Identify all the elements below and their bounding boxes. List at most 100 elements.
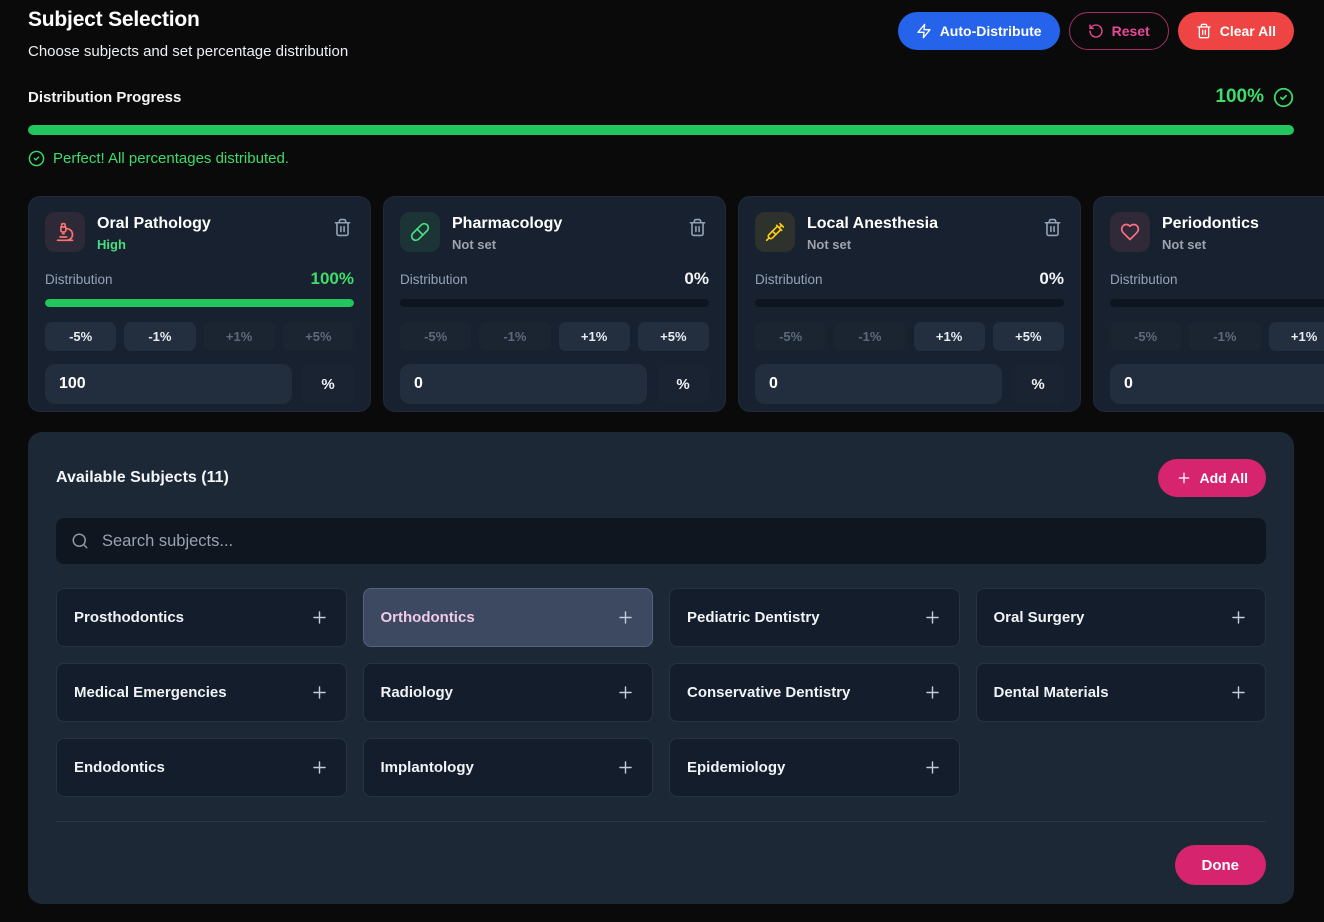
stepper-minus1: -1% <box>479 322 550 351</box>
auto-distribute-button[interactable]: Auto-Distribute <box>898 12 1060 50</box>
stepper-plus1[interactable]: +1% <box>1269 322 1324 351</box>
subject-tile[interactable]: Pediatric Dentistry <box>669 588 960 647</box>
available-subjects-panel: Available Subjects (11) Add All Prosthod… <box>28 432 1294 904</box>
card-titles: Pharmacology Not set <box>452 212 674 252</box>
stepper-minus5: -5% <box>400 322 471 351</box>
card-progress-bar <box>755 299 1064 307</box>
subject-tile[interactable]: Implantology <box>363 738 654 797</box>
subject-tile-label: Dental Materials <box>994 684 1109 701</box>
percentage-input[interactable] <box>45 364 292 404</box>
subject-search-input[interactable] <box>100 531 1251 552</box>
card-header: Periodontics Not set <box>1110 212 1324 252</box>
value-row: % <box>755 364 1064 404</box>
plus-icon <box>1176 470 1192 486</box>
subject-tile[interactable]: Dental Materials <box>976 663 1267 722</box>
stepper-minus1[interactable]: -1% <box>124 322 195 351</box>
distribution-value: 0% <box>1039 269 1064 289</box>
value-row: % <box>45 364 354 404</box>
subject-priority: High <box>97 237 319 252</box>
subject-tile[interactable]: Epidemiology <box>669 738 960 797</box>
distribution-label: Distribution <box>755 272 823 287</box>
card-header: Oral Pathology High <box>45 212 354 252</box>
subject-card: Pharmacology Not set Distribution0% -5% -1% +… <box>383 196 726 412</box>
distribution-label: Distribution <box>400 272 468 287</box>
plus-icon <box>923 758 942 777</box>
subject-name: Oral Pathology <box>97 214 319 233</box>
stepper-minus5[interactable]: -5% <box>45 322 116 351</box>
check-circle-icon <box>28 150 45 167</box>
add-all-button[interactable]: Add All <box>1158 459 1266 497</box>
subject-tile[interactable]: Oral Surgery <box>976 588 1267 647</box>
card-titles: Oral Pathology High <box>97 212 319 252</box>
clear-all-button[interactable]: Clear All <box>1178 12 1294 50</box>
subject-search <box>56 518 1266 564</box>
subject-name: Pharmacology <box>452 214 674 233</box>
plus-icon <box>616 683 635 702</box>
plus-icon <box>310 608 329 627</box>
auto-distribute-label: Auto-Distribute <box>940 23 1042 39</box>
stepper-buttons: -5%-1%+1%+5% <box>45 322 354 351</box>
stepper-plus5[interactable]: +5% <box>638 322 709 351</box>
syringe-icon <box>755 212 795 252</box>
distribution-progress-bar <box>28 125 1294 135</box>
percentage-input[interactable] <box>400 364 647 404</box>
card-progress-fill <box>45 299 354 307</box>
zap-icon <box>916 23 932 39</box>
stepper-minus1: -1% <box>1189 322 1260 351</box>
rotate-ccw-icon <box>1088 23 1104 39</box>
distribution-row: Distribution0% <box>400 269 709 289</box>
subject-tile-label: Implantology <box>381 759 474 776</box>
percent-unit-label: % <box>657 364 709 404</box>
remove-subject-button[interactable] <box>1041 216 1064 242</box>
subject-tile[interactable]: Prosthodontics <box>56 588 347 647</box>
stepper-plus1[interactable]: +1% <box>914 322 985 351</box>
plus-icon <box>310 683 329 702</box>
subject-name: Periodontics <box>1162 214 1324 233</box>
plus-icon <box>310 758 329 777</box>
stepper-plus1[interactable]: +1% <box>559 322 630 351</box>
plus-icon <box>616 608 635 627</box>
subject-tile[interactable]: Endodontics <box>56 738 347 797</box>
card-header: Local AnesthesiaNot set <box>755 212 1064 252</box>
percent-unit-label: % <box>302 364 354 404</box>
header-actions: Auto-Distribute Reset Clear All <box>898 12 1294 50</box>
subject-card: PeriodonticsNot setDistribution0%-5%-1%+… <box>1093 196 1324 412</box>
subject-tile[interactable]: Medical Emergencies <box>56 663 347 722</box>
card-progress-bar <box>400 299 709 307</box>
card-titles: Local AnesthesiaNot set <box>807 212 1029 252</box>
subjects-grid: Prosthodontics Orthodontics Pediatric Dent… <box>56 588 1266 797</box>
percentage-input[interactable] <box>755 364 1002 404</box>
percent-unit-label: % <box>1012 364 1064 404</box>
percentage-input[interactable] <box>1110 364 1324 404</box>
subject-tile[interactable]: Conservative Dentistry <box>669 663 960 722</box>
subject-tile[interactable]: Orthodontics <box>363 588 654 647</box>
reset-button[interactable]: Reset <box>1069 12 1169 50</box>
heart-icon <box>1110 212 1150 252</box>
subject-tile-label: Oral Surgery <box>994 609 1085 626</box>
available-subjects-header: Available Subjects (11) Add All <box>56 459 1266 497</box>
subject-priority: Not set <box>1162 237 1324 252</box>
remove-subject-button[interactable] <box>686 216 709 242</box>
clear-all-label: Clear All <box>1220 23 1276 39</box>
done-button[interactable]: Done <box>1175 845 1267 885</box>
page-title: Subject Selection <box>28 8 348 32</box>
header: Subject Selection Choose subjects and se… <box>28 8 1294 60</box>
plus-icon <box>1229 608 1248 627</box>
distribution-value: 100% <box>311 269 354 289</box>
subject-priority: Not set <box>452 237 674 252</box>
subject-tile[interactable]: Radiology <box>363 663 654 722</box>
card-progress-bar <box>45 299 354 307</box>
distribution-label: Distribution <box>45 272 113 287</box>
add-all-label: Add All <box>1200 470 1248 486</box>
success-message-text: Perfect! All percentages distributed. <box>53 150 289 167</box>
card-header: Pharmacology Not set <box>400 212 709 252</box>
subject-tile-label: Conservative Dentistry <box>687 684 850 701</box>
stepper-plus5[interactable]: +5% <box>993 322 1064 351</box>
pill-icon <box>400 212 440 252</box>
available-subjects-title: Available Subjects (11) <box>56 469 229 487</box>
check-circle-icon <box>1273 87 1294 108</box>
subject-card: Oral Pathology High Distribution 100% -5% -1%… <box>28 196 371 412</box>
subject-tile-label: Endodontics <box>74 759 165 776</box>
plus-icon <box>923 608 942 627</box>
remove-subject-button[interactable] <box>331 216 354 242</box>
